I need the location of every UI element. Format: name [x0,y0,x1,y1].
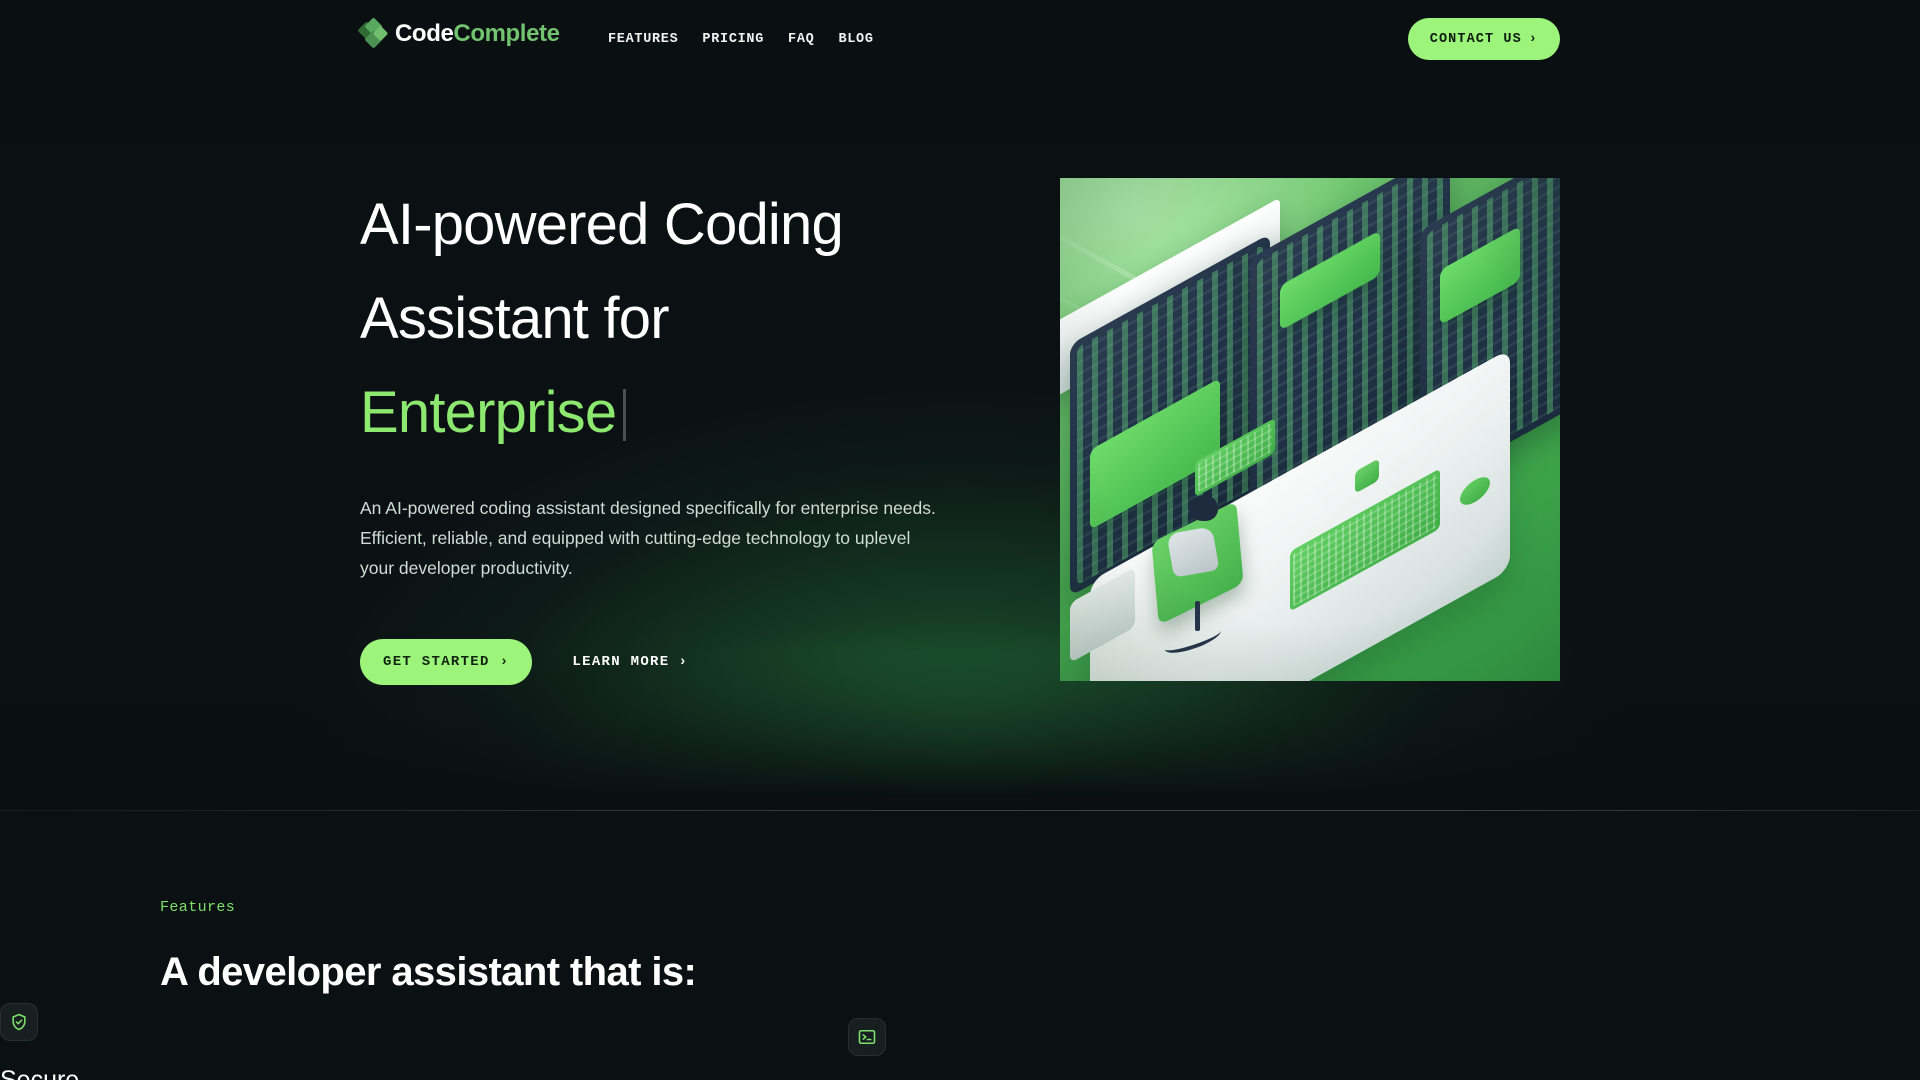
nav-item-blog[interactable]: BLOG [838,32,873,47]
features-eyebrow: Features [160,899,236,916]
top-navigation-bar: CodeComplete FEATURES PRICING FAQ BLOG C… [0,0,1920,84]
hero-title-line2: Assistant for [360,286,670,351]
hero-title-line1: AI-powered Coding [360,192,844,257]
nav-item-pricing[interactable]: PRICING [702,32,764,47]
hero-content: AI-powered Coding Assistant for Enterpri… [0,0,1920,811]
typing-cursor-icon [623,389,627,441]
nav-item-faq[interactable]: FAQ [788,32,814,47]
shield-check-icon [0,1003,38,1041]
features-section: Features A developer assistant that is: [0,811,1920,1080]
contact-us-button[interactable]: CONTACT US › [1407,18,1560,60]
terminal-icon [848,1018,886,1056]
diamond-blocks-logo-icon [357,17,389,49]
chevron-right-icon: › [499,654,510,670]
landing-page: CodeComplete FEATURES PRICING FAQ BLOG C… [0,0,1920,1080]
brand-name-first: Code [395,20,454,47]
brand-wordmark: CodeComplete [395,22,560,46]
hero-illustration [1060,178,1560,681]
hero-subtitle: An AI-powered coding assistant designed … [360,498,936,578]
get-started-button[interactable]: GET STARTED › [360,639,533,685]
features-heading: A developer assistant that is: [160,950,697,994]
hero-copy-column: AI-powered Coding Assistant for Enterpri… [360,178,960,685]
nav-item-features[interactable]: FEATURES [608,32,678,47]
feature-item-terminal[interactable] [848,1018,886,1080]
get-started-label: GET STARTED [383,654,490,670]
chevron-right-icon: › [1528,31,1538,47]
brand-logo-link[interactable]: CodeComplete [357,17,560,49]
chevron-right-icon: › [678,654,689,670]
contact-us-label: CONTACT US [1429,31,1522,47]
hero-title: AI-powered Coding Assistant for Enterpri… [360,178,960,460]
nav-links: FEATURES PRICING FAQ BLOG [608,32,874,47]
hero-cta-group: GET STARTED › LEARN MORE › [360,639,960,685]
illustration-scene [1060,178,1560,681]
hero-title-accent: Enterprise [360,380,617,445]
feature-label-secure: Secure [0,1066,80,1080]
feature-item-secure[interactable]: Secure [0,1003,79,1080]
learn-more-label: LEARN MORE [572,654,670,670]
brand-name-second: Complete [453,20,560,47]
learn-more-button[interactable]: LEARN MORE › [572,654,688,670]
